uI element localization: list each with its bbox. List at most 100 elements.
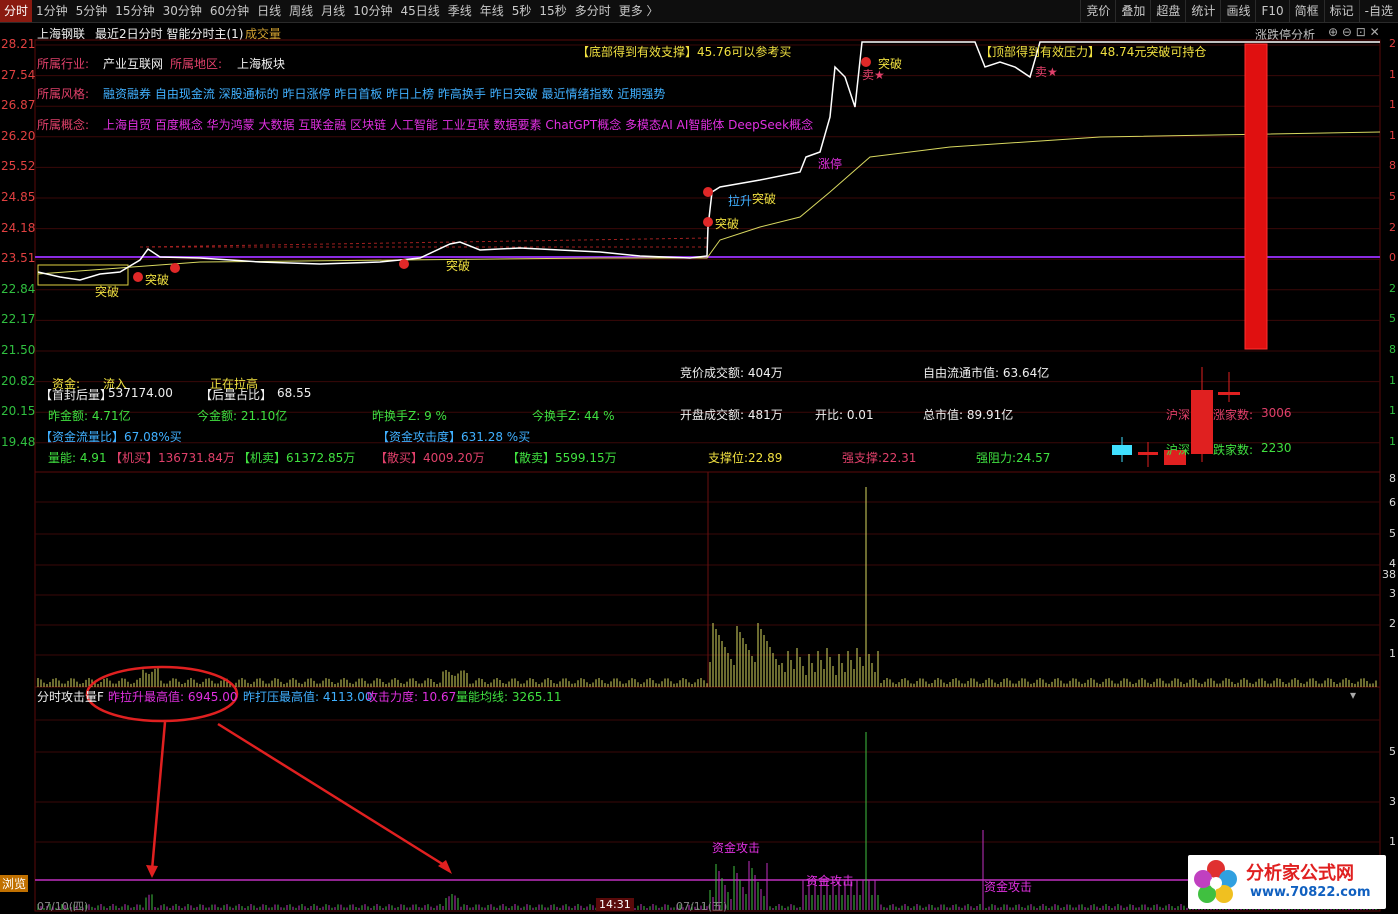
- tool-button-7[interactable]: 标记: [1323, 0, 1359, 22]
- pct-tick: 0: [1389, 251, 1396, 265]
- up-count: 3006: [1261, 406, 1292, 420]
- period-tab-0[interactable]: 分时: [0, 0, 33, 22]
- period-tab-1[interactable]: 1分钟: [32, 0, 72, 22]
- volume-tick: 5: [1389, 527, 1396, 540]
- period-tab-12[interactable]: 年线: [476, 0, 508, 22]
- open-ratio: 开比: 0.01: [815, 408, 874, 422]
- ratio-value: 68.55: [277, 386, 312, 400]
- pct-tick: 1: [1389, 434, 1396, 448]
- period-tab-15[interactable]: 多分时: [571, 0, 615, 22]
- attack-tick: 5: [1389, 745, 1396, 758]
- today-turnover: 今换手Z: 44 %: [532, 409, 615, 423]
- tool-button-6[interactable]: 简框: [1288, 0, 1324, 22]
- attack-tick: 1: [1389, 835, 1396, 848]
- yesterday-turnover: 昨换手Z: 9 %: [372, 409, 447, 423]
- period-tab-5[interactable]: 60分钟: [206, 0, 253, 22]
- collapse-icon[interactable]: ▾: [1350, 688, 1356, 702]
- flow-ratio: 【资金流量比】67.08%买: [40, 430, 182, 444]
- pct-tick: 8: [1389, 343, 1396, 356]
- price-tick: 26.20: [1, 128, 36, 143]
- limit-up-bar: [1244, 43, 1268, 350]
- industry-label: 所属行业:: [37, 57, 90, 71]
- price-tick: 19.48: [1, 434, 36, 449]
- date-1: 07/10(四): [37, 900, 89, 913]
- break-label-3: 突破: [446, 259, 471, 273]
- tool-button-5[interactable]: F10: [1255, 0, 1288, 22]
- pct-tick: 5: [1389, 190, 1396, 203]
- tool-button-0[interactable]: 竞价: [1080, 0, 1115, 22]
- tool-button-8[interactable]: -自选: [1358, 0, 1398, 22]
- seal-value: 537174.00: [108, 386, 173, 400]
- date-2: 07/11(五): [676, 900, 728, 913]
- energy-avg: 量能均线: 3265.11: [456, 690, 562, 704]
- support-annotation: 【底部得到有效支撑】45.76可以参考买: [577, 45, 792, 59]
- hs-label: 沪深: [1166, 408, 1191, 422]
- tool-button-2[interactable]: 超盘: [1150, 0, 1185, 22]
- inst-buy: 【机买】136731.84万: [110, 451, 235, 465]
- period-tab-9[interactable]: 10分钟: [349, 0, 396, 22]
- break-label-4: 突破: [715, 217, 740, 231]
- period-tab-14[interactable]: 15秒: [535, 0, 570, 22]
- industry-value: 产业互联网: [103, 57, 164, 71]
- attack-bars: [37, 732, 1377, 910]
- retail-buy: 【散买】4009.20万: [375, 451, 485, 465]
- browse-mode-tab[interactable]: 浏览: [0, 875, 29, 892]
- region-label: 所属地区:: [170, 57, 223, 71]
- period-tab-3[interactable]: 15分钟: [111, 0, 158, 22]
- volume-tick: 1: [1389, 647, 1396, 660]
- total-cap: 总市值: 89.91亿: [923, 408, 1014, 422]
- strong-support: 强支撑:22.31: [842, 451, 917, 465]
- concept-label: 所属概念:: [37, 118, 90, 132]
- period-tab-11[interactable]: 季线: [444, 0, 476, 22]
- period-tab-2[interactable]: 5分钟: [72, 0, 112, 22]
- period-tab-16[interactable]: 更多 〉: [615, 0, 663, 22]
- period-tab-13[interactable]: 5秒: [508, 0, 536, 22]
- tool-button-1[interactable]: 叠加: [1115, 0, 1150, 22]
- top-toolbar: 分时 1分钟 5分钟 15分钟 30分钟 60分钟 日线 周线 月线 10分钟 45日线 季线 年线 5秒…: [0, 0, 1398, 23]
- volume-tick: 8: [1389, 472, 1396, 485]
- break-label-5: 突破: [752, 192, 777, 206]
- tool-button-3[interactable]: 统计: [1185, 0, 1220, 22]
- support-level: 支撑位:22.89: [708, 451, 783, 465]
- cursor-time: 14:31: [596, 898, 634, 911]
- indicator-name[interactable]: 分时攻击量F: [37, 688, 104, 705]
- flower-icon: [1194, 860, 1237, 903]
- price-line: [37, 41, 1380, 281]
- region-value: 上海板块: [237, 57, 286, 71]
- pct-tick: 1: [1389, 98, 1396, 112]
- concept-value: 上海自贸 百度概念 华为鸿蒙 大数据 互联金融 区块链 人工智能 工业互联 数据…: [103, 118, 814, 132]
- period-tab-8[interactable]: 月线: [317, 0, 349, 22]
- watermark-logo: 分析家公式网 www.70822.com: [1188, 855, 1386, 909]
- pct-tick: 1: [1389, 373, 1396, 387]
- avg-price-line: [37, 131, 1381, 275]
- style-label: 所属风格:: [37, 87, 90, 101]
- up-count-label: 涨家数:: [1213, 408, 1254, 422]
- inst-sell: 【机卖】61372.85万: [238, 451, 356, 465]
- price-tick: 21.50: [1, 343, 36, 357]
- volume-bars: [37, 487, 1377, 687]
- strong-resist: 强阻力:24.57: [976, 451, 1051, 465]
- pct-tick: 8: [1389, 159, 1396, 173]
- period-tab-10[interactable]: 45日线: [396, 0, 443, 22]
- price-tick: 20.82: [1, 373, 36, 388]
- open-amount: 开盘成交额: 481万: [680, 408, 783, 422]
- volume-tick: 2: [1389, 617, 1396, 630]
- yesterday-amount: 昨金额: 4.71亿: [48, 409, 131, 423]
- max-pull: 昨拉升最高值: 6945.00: [108, 690, 238, 704]
- retail-sell: 【散卖】5599.15万: [507, 451, 617, 465]
- pct-tick: 2: [1389, 37, 1396, 50]
- watermark-url: www.70822.com: [1250, 885, 1371, 900]
- break-label-1: 突破: [95, 285, 120, 299]
- pct-tick: 1: [1389, 128, 1396, 142]
- price-tick: 25.52: [1, 159, 36, 174]
- period-tabs: 分时 1分钟 5分钟 15分钟 30分钟 60分钟 日线 周线 月线 10分钟 45日线 季线 年线 5秒…: [0, 0, 663, 22]
- chart-canvas: [34, 39, 1381, 912]
- price-tick: 22.84: [1, 281, 36, 296]
- tool-button-4[interactable]: 画线: [1220, 0, 1255, 22]
- price-tick: 20.15: [1, 404, 36, 419]
- period-tab-4[interactable]: 30分钟: [159, 0, 206, 22]
- price-tick: 26.87: [1, 98, 36, 113]
- period-tab-7[interactable]: 周线: [285, 0, 317, 22]
- price-tick: 24.18: [1, 220, 36, 235]
- period-tab-6[interactable]: 日线: [253, 0, 285, 22]
